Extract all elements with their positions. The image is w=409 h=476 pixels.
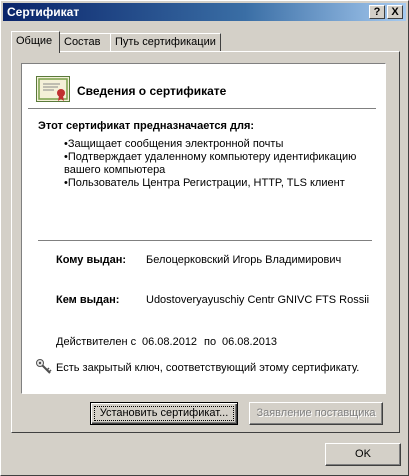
valid-from-label: Действителен с xyxy=(56,336,137,348)
issued-to-value[interactable]: Белоцерковский Игорь Владимирович xyxy=(146,254,341,266)
focus-ring xyxy=(94,406,234,421)
purpose-item: •Пользователь Центра Регистрации, HTTP, … xyxy=(64,177,345,189)
window-title: Сертификат xyxy=(7,5,80,19)
ok-button[interactable]: OK xyxy=(325,443,401,466)
divider-middle xyxy=(38,240,372,242)
close-button[interactable]: X xyxy=(387,5,403,19)
certificate-info-box: Сведения о сертификате Этот сертификат п… xyxy=(21,63,386,394)
tab-details[interactable]: Состав xyxy=(59,33,111,51)
tab-general[interactable]: Общие xyxy=(11,31,60,53)
issued-by-value[interactable]: Udostoveryayuschiy Centr GNIVC FTS Rossi… xyxy=(146,294,369,306)
private-key-note: Есть закрытый ключ, соответствующий этом… xyxy=(56,362,360,374)
help-button[interactable]: ? xyxy=(369,5,385,19)
valid-to-label: по xyxy=(204,336,217,348)
purpose-title: Этот сертификат предназначается для: xyxy=(38,120,255,132)
tab-certification-path[interactable]: Путь сертификации xyxy=(110,33,221,51)
valid-to-date: 06.08.2013 xyxy=(222,336,278,348)
certificate-dialog: Сертификат ? X Общие Состав Путь сертифи… xyxy=(0,0,409,476)
purpose-item: •Подтверждает удаленному компьютеру иден… xyxy=(64,151,357,163)
issued-by-label: Кем выдан: xyxy=(56,294,120,306)
issued-to-label: Кому выдан: xyxy=(56,254,127,266)
certificate-icon xyxy=(36,76,70,102)
title-bar[interactable]: Сертификат ? X xyxy=(3,3,406,21)
purpose-item: •Защищает сообщения электронной почты xyxy=(64,138,284,150)
divider-top xyxy=(28,108,376,110)
key-icon xyxy=(36,359,52,374)
issuer-statement-button[interactable]: Заявление поставщика xyxy=(249,402,383,425)
purpose-item-continuation: вашего компьютера xyxy=(64,164,166,176)
valid-from-date: 06.08.2012 xyxy=(142,336,198,348)
cert-info-heading: Сведения о сертификате xyxy=(77,84,227,98)
install-certificate-button[interactable]: Установить сертификат... xyxy=(90,402,238,425)
